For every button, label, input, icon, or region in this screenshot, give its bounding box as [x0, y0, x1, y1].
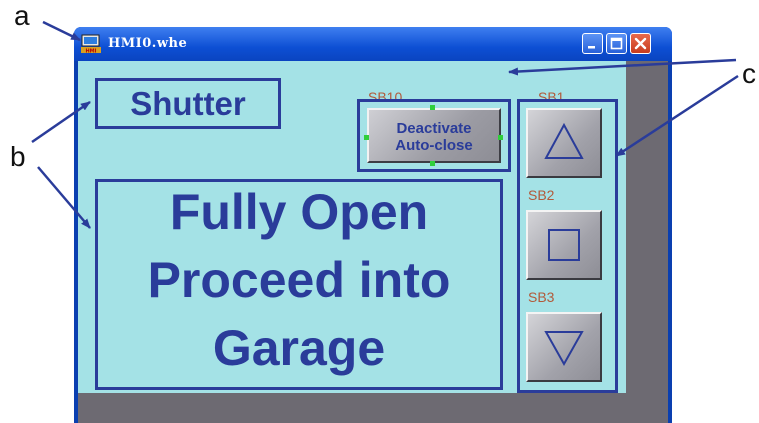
status-line-1: Fully Open: [169, 184, 429, 240]
status-line-2: Proceed into: [147, 252, 451, 308]
minimize-button[interactable]: [582, 33, 603, 54]
status-message-box: Fully Open Proceed into Garage: [95, 179, 503, 390]
svg-text:HMI: HMI: [85, 48, 96, 53]
triangle-down-icon: [544, 331, 584, 367]
deactivate-label-2: Auto-close: [395, 137, 473, 154]
sb3-down-button[interactable]: [526, 312, 602, 382]
selection-handle: [364, 135, 369, 140]
maximize-button[interactable]: [606, 33, 627, 54]
minimize-icon: [588, 46, 595, 49]
sb2-stop-button[interactable]: [526, 210, 602, 280]
selection-handle: [430, 161, 435, 166]
deactivate-label-1: Deactivate: [396, 120, 472, 137]
triangle-up-icon: [544, 122, 584, 159]
hmi-window: HMI HMI0.whe Shutter Fully Open Proceed …: [74, 27, 672, 423]
status-line-3: Garage: [212, 320, 386, 376]
deactivate-autoclose-button[interactable]: Deactivate Auto-close: [367, 108, 501, 163]
shutter-label: Shutter: [95, 78, 281, 129]
app-icon: HMI: [81, 34, 101, 53]
sb1-up-button[interactable]: [526, 108, 602, 178]
selection-handle: [430, 105, 435, 110]
close-icon: [634, 37, 647, 50]
selection-handle: [498, 135, 503, 140]
square-icon: [548, 229, 580, 261]
callout-a: a: [14, 0, 30, 31]
callout-b: b: [10, 141, 26, 172]
close-button[interactable]: [630, 33, 651, 54]
status-strip: [78, 393, 668, 423]
window-title: HMI0.whe: [108, 36, 188, 51]
client-area: Shutter Fully Open Proceed into Garage S…: [78, 61, 668, 423]
title-bar[interactable]: HMI HMI0.whe: [74, 27, 672, 61]
callout-c: c: [742, 58, 756, 89]
maximize-icon: [610, 37, 623, 50]
hmi-screen: Shutter Fully Open Proceed into Garage S…: [78, 61, 626, 393]
